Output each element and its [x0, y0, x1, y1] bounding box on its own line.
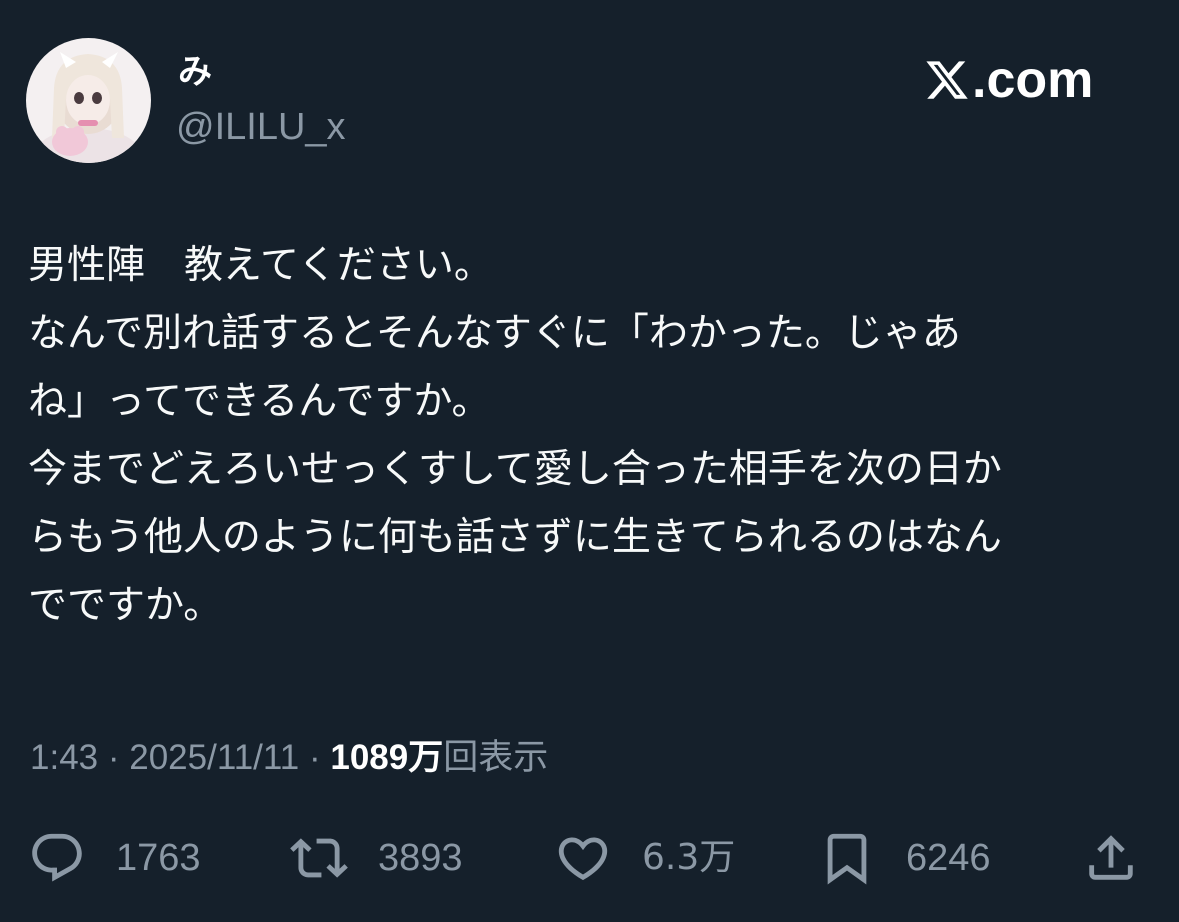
post-meta: 1:43 · 2025/11/11 · 1089万回表示 [30, 734, 548, 782]
brand-label: .com [972, 51, 1094, 109]
repost-count: 3893 [378, 837, 463, 879]
reply-count: 1763 [116, 837, 201, 879]
post-line: 今までどえろいせっくすして愛し合った相手を次の日か [28, 447, 1002, 492]
post-line: なんで別れ話するとそんなすぐに「わかった。じゃあ [28, 311, 961, 356]
display-name[interactable]: み [178, 50, 212, 94]
action-bar: 1763 3893 6.3万 6246 [0, 826, 1179, 890]
repost-icon [290, 838, 348, 878]
views-label: 回表示 [443, 738, 549, 778]
avatar[interactable] [26, 38, 151, 163]
brand-watermark: .com [924, 52, 1093, 108]
post-line: でですか。 [28, 583, 223, 628]
like-count: 6.3万 [642, 837, 736, 878]
post-date[interactable]: 2025/11/11 [129, 738, 299, 777]
repost-button[interactable]: 3893 [290, 826, 463, 890]
reply-button[interactable]: 1763 [28, 826, 201, 890]
post-time[interactable]: 1:43 [30, 738, 98, 777]
share-button[interactable] [1082, 826, 1140, 890]
like-icon [558, 837, 608, 881]
post-line: らもう他人のように何も話さずに生きてられるのはなん [28, 515, 1002, 560]
share-icon [1089, 835, 1133, 880]
reply-icon [32, 833, 82, 882]
meta-separator: · [107, 738, 120, 777]
like-button[interactable]: 6.3万 [554, 826, 735, 890]
bookmark-icon [827, 833, 867, 885]
post-text: 男性陣 教えてください。 なんで別れ話するとそんなすぐに「わかった。じゃあ ね」… [28, 232, 1153, 640]
x-logo-icon [926, 61, 968, 99]
post-line: ね」ってできるんですか。 [28, 379, 491, 424]
post-line: 男性陣 教えてください。 [28, 243, 493, 288]
views-unit: 万 [408, 738, 444, 778]
meta-separator: · [308, 738, 321, 777]
bookmark-count: 6246 [906, 837, 991, 879]
bookmark-button[interactable]: 6246 [818, 826, 991, 890]
author-handle[interactable]: @ILILU_x [176, 104, 346, 150]
views-count[interactable]: 1089 [330, 738, 408, 777]
